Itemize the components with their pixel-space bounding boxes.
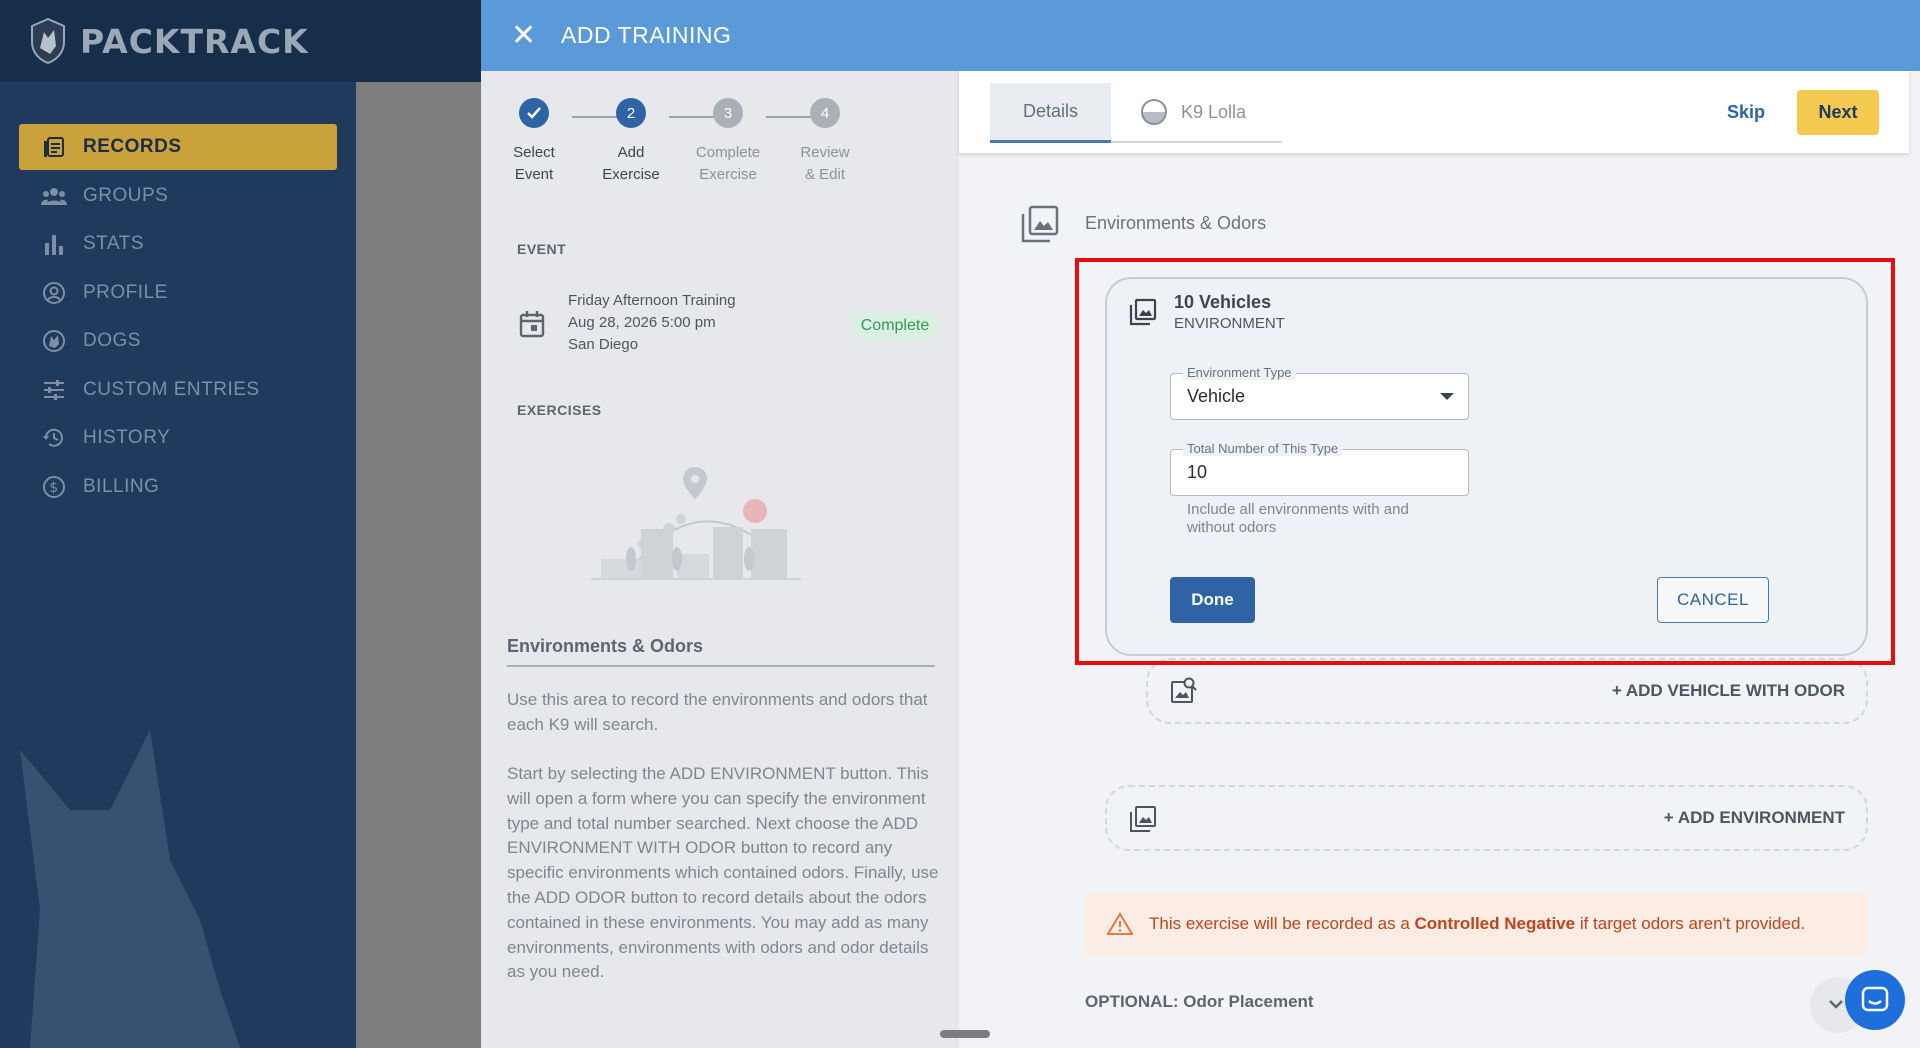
modal-backdrop[interactable] (356, 82, 481, 1048)
dog-silhouette-icon (20, 730, 240, 1048)
image-gallery-icon (1130, 806, 1156, 832)
help-panel: Select Event 2 Add Exercise 3 Complete E… (481, 71, 959, 1048)
sidebar-item-label: BILLING (83, 475, 160, 497)
event-details: Friday Afternoon Training Aug 28, 2026 5… (568, 290, 736, 356)
image-search-icon (1171, 677, 1197, 703)
help-paragraph: Use this area to record the environments… (507, 690, 928, 734)
check-icon (519, 98, 549, 128)
dollar-icon: $ (41, 474, 67, 500)
app-logo-text: PACKTRACK (80, 21, 309, 61)
event-datetime: Aug 28, 2026 5:00 pm (568, 314, 716, 331)
empty-state-illustration-icon (591, 467, 801, 580)
tab-label: K9 Lolla (1181, 101, 1247, 122)
exercises-section-label: EXERCISES (517, 402, 602, 418)
divider (507, 665, 935, 667)
modal-header: ✕ ADD TRAINING (481, 0, 1920, 71)
step-label-line: Review (800, 144, 850, 161)
sliders-icon (41, 377, 67, 403)
help-paragraph: Start by selecting the ADD ENVIRONMENT b… (507, 764, 939, 982)
tab-details[interactable]: Details (990, 83, 1111, 143)
status-badge: Complete (849, 311, 941, 340)
help-heading: Environments & Odors (507, 636, 704, 656)
chat-support-button[interactable] (1845, 970, 1905, 1030)
controlled-negative-warning: This exercise will be recorded as a Cont… (1085, 893, 1867, 955)
warning-prefix: This exercise will be recorded as a (1149, 914, 1415, 933)
records-icon (41, 134, 67, 160)
app-header: PACKTRACK (0, 0, 481, 82)
modal-title: ADD TRAINING (561, 22, 732, 48)
chat-icon (1861, 986, 1889, 1012)
add-vehicle-with-odor-label: + ADD VEHICLE WITH ODOR (1611, 681, 1845, 700)
event-name: Friday Afternoon Training (568, 292, 736, 309)
warning-emphasis: Controlled Negative (1414, 914, 1576, 933)
groups-icon (41, 183, 67, 209)
scroll-handle[interactable] (940, 1030, 990, 1038)
sidebar-item-label: HISTORY (83, 427, 171, 448)
warning-suffix: if target odors aren't provided. (1575, 914, 1806, 933)
sidebar-item-groups[interactable]: GROUPS (19, 173, 337, 219)
tab-bar: Details K9 Lolla Skip Next (959, 71, 1909, 153)
step-number: 2 (616, 98, 646, 128)
logo-shield-icon (31, 18, 65, 64)
k9-avatar-icon (1141, 99, 1167, 125)
optional-odor-placement-label: OPTIONAL: Odor Placement (1085, 992, 1314, 1011)
dogs-icon (41, 328, 67, 354)
sidebar-item-label: STATS (83, 233, 144, 254)
svg-text:$: $ (49, 480, 58, 496)
step-review-edit: 4 Review & Edit (765, 98, 885, 186)
warning-icon (1107, 912, 1133, 935)
history-icon (41, 425, 67, 451)
close-icon[interactable]: ✕ (511, 20, 541, 51)
environments-section-label: Environments & Odors (1085, 213, 1267, 233)
sidebar-item-label: GROUPS (83, 184, 169, 206)
sidebar-item-label: PROFILE (83, 281, 168, 303)
sidebar-item-profile[interactable]: PROFILE (19, 270, 337, 316)
sidebar-item-custom-entries[interactable]: CUSTOM ENTRIES (19, 367, 337, 413)
step-number: 4 (810, 98, 840, 128)
warning-text: This exercise will be recorded as a Cont… (1149, 914, 1805, 934)
sidebar-item-label: RECORDS (83, 136, 182, 157)
sidebar-item-history[interactable]: HISTORY (19, 415, 337, 461)
add-vehicle-with-odor-button[interactable]: + ADD VEHICLE WITH ODOR (1146, 658, 1868, 724)
step-label-line: & Edit (804, 166, 846, 183)
add-environment-button[interactable]: + ADD ENVIRONMENT (1105, 785, 1868, 851)
sidebar-item-label: DOGS (83, 330, 141, 351)
sidebar-item-label: CUSTOM ENTRIES (83, 378, 260, 400)
event-location: San Diego (568, 336, 639, 353)
next-button[interactable]: Next (1797, 90, 1879, 135)
sidebar-item-billing[interactable]: $ BILLING (19, 464, 337, 510)
tab-k9-lolla[interactable]: K9 Lolla (1111, 83, 1282, 143)
calendar-icon (519, 311, 545, 338)
sidebar-item-dogs[interactable]: DOGS (19, 318, 337, 364)
highlight-box (1075, 258, 1895, 665)
step-number: 3 (713, 98, 743, 128)
image-gallery-icon (1021, 205, 1059, 243)
event-section-label: EVENT (517, 241, 567, 257)
sidebar-item-stats[interactable]: STATS (19, 221, 337, 267)
sidebar-item-records[interactable]: RECORDS (19, 124, 337, 170)
stats-icon (41, 231, 67, 257)
profile-icon (41, 280, 67, 306)
skip-button[interactable]: Skip (1711, 90, 1781, 135)
add-environment-label: + ADD ENVIRONMENT (1663, 808, 1845, 827)
sidebar-nav: RECORDS GROUPS STATS PROFILE DOGS CUSTOM… (19, 124, 337, 512)
